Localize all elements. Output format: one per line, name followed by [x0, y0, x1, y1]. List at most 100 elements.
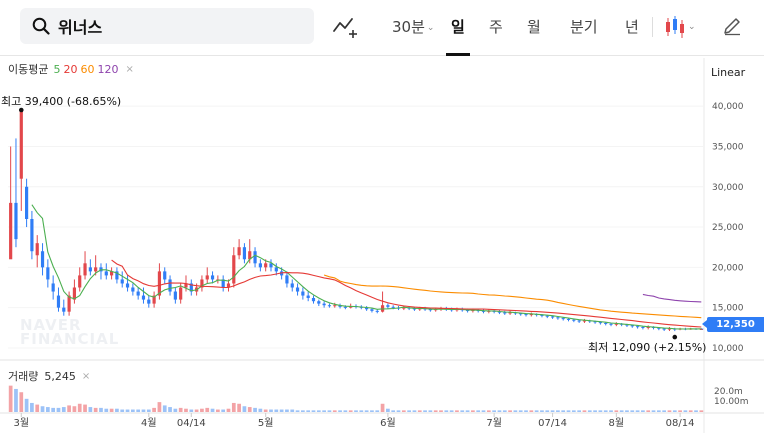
ma60-line [323, 274, 702, 319]
volume-bar [56, 407, 61, 412]
candle-body [40, 251, 45, 268]
candle-body [264, 263, 268, 268]
volume-bar [380, 403, 385, 412]
candle-body [51, 283, 55, 292]
candle-body [333, 305, 337, 307]
candle-body [572, 319, 576, 321]
y-tick-label: 40,000 [712, 102, 744, 112]
volume-bar [571, 410, 576, 412]
candle-body [306, 295, 310, 298]
volume-bar [656, 410, 661, 412]
candle-body [120, 279, 124, 284]
volume-bar [391, 410, 396, 412]
volume-bar [486, 410, 491, 412]
volume-bar [247, 407, 252, 412]
close-icon[interactable]: × [82, 371, 90, 382]
volume-bar [194, 409, 199, 412]
volume-legend: 거래량 5,245 × [8, 368, 90, 384]
candle-body [258, 263, 262, 268]
y-tick-label: 25,000 [712, 223, 744, 233]
volume-bar [598, 410, 603, 412]
volume-bar [311, 410, 316, 412]
x-tick-label: 08/14 [666, 418, 695, 429]
volume-bar [667, 410, 672, 412]
volume-bar [306, 410, 311, 412]
ma120-line [642, 293, 702, 303]
volume-bar [316, 410, 321, 412]
candle-body [370, 309, 374, 311]
x-tick-label: 07/14 [538, 418, 567, 429]
volume-bar [641, 410, 645, 412]
volume-bar [125, 409, 130, 412]
volume-bar [672, 410, 677, 412]
volume-bar [460, 410, 465, 412]
candle-body [301, 291, 305, 296]
volume-bar [444, 410, 449, 412]
volume-bar [19, 392, 24, 412]
candle-body [237, 247, 241, 256]
volume-bar [332, 410, 337, 412]
candle-body [205, 275, 209, 280]
volume-bar [14, 388, 18, 412]
volume-bar [67, 405, 71, 412]
volume-bar [561, 410, 566, 412]
volume-bar [582, 410, 587, 412]
volume-bar [205, 407, 210, 412]
volume-bar [221, 409, 226, 412]
volume-bar [476, 410, 481, 412]
x-tick-label: 04/14 [177, 418, 206, 429]
volume-bar [370, 410, 374, 412]
volume-bar [162, 405, 167, 412]
x-tick-label: 5월 [258, 417, 274, 429]
candle-body [104, 271, 108, 276]
volume-bar [396, 410, 401, 412]
candle-body [524, 314, 528, 316]
candle-body [635, 326, 640, 328]
volume-bar [518, 410, 523, 412]
candle-body [14, 202, 18, 240]
candle-body [343, 306, 347, 308]
volume-bar [279, 409, 284, 412]
candle-body [56, 295, 61, 308]
volume-bar [168, 407, 172, 412]
price-chart[interactable]: 40,000 35,000 30,000 25,000 20,000 15,000 10,0… [0, 0, 764, 433]
volume-bar [115, 408, 119, 412]
x-tick-label: 7월 [486, 417, 502, 429]
low-annotation: 최저 12,090 (+2.15%) [588, 341, 707, 354]
volume-bar [258, 408, 263, 412]
volume-bar [662, 410, 667, 412]
volume-bar [513, 410, 518, 412]
volume-bar [93, 407, 98, 412]
volume-bar [72, 406, 77, 412]
candle-body [141, 295, 146, 300]
volume-bar [237, 403, 241, 412]
volume-bar [683, 410, 688, 412]
candle-body [9, 202, 13, 260]
volume-bar [109, 408, 114, 412]
volume-bar [216, 409, 220, 412]
candle-body [327, 305, 332, 307]
volume-bar [343, 410, 348, 412]
x-tick-label: 3월 [14, 417, 30, 429]
candle-body [147, 299, 151, 304]
volume-value: 5,245 [44, 369, 76, 383]
volume-bar [24, 398, 29, 412]
candle-body [19, 111, 23, 179]
volume-bar [471, 410, 475, 412]
candle-body [125, 283, 130, 288]
candle-body [62, 307, 66, 312]
volume-bar [146, 409, 151, 412]
volume-bar [465, 410, 470, 412]
volume-bar [492, 410, 496, 412]
volume-bar [428, 410, 433, 412]
volume-bar [88, 407, 93, 412]
volume-bar [577, 410, 582, 412]
volume-bar [550, 410, 555, 412]
volume-bar [423, 410, 427, 412]
x-tick-label: 4월 [141, 417, 157, 429]
volume-bar [35, 404, 40, 412]
candle-body [311, 297, 316, 302]
x-tick-label: 8월 [609, 417, 625, 429]
candle-body [577, 320, 581, 322]
volume-bar [253, 407, 257, 412]
